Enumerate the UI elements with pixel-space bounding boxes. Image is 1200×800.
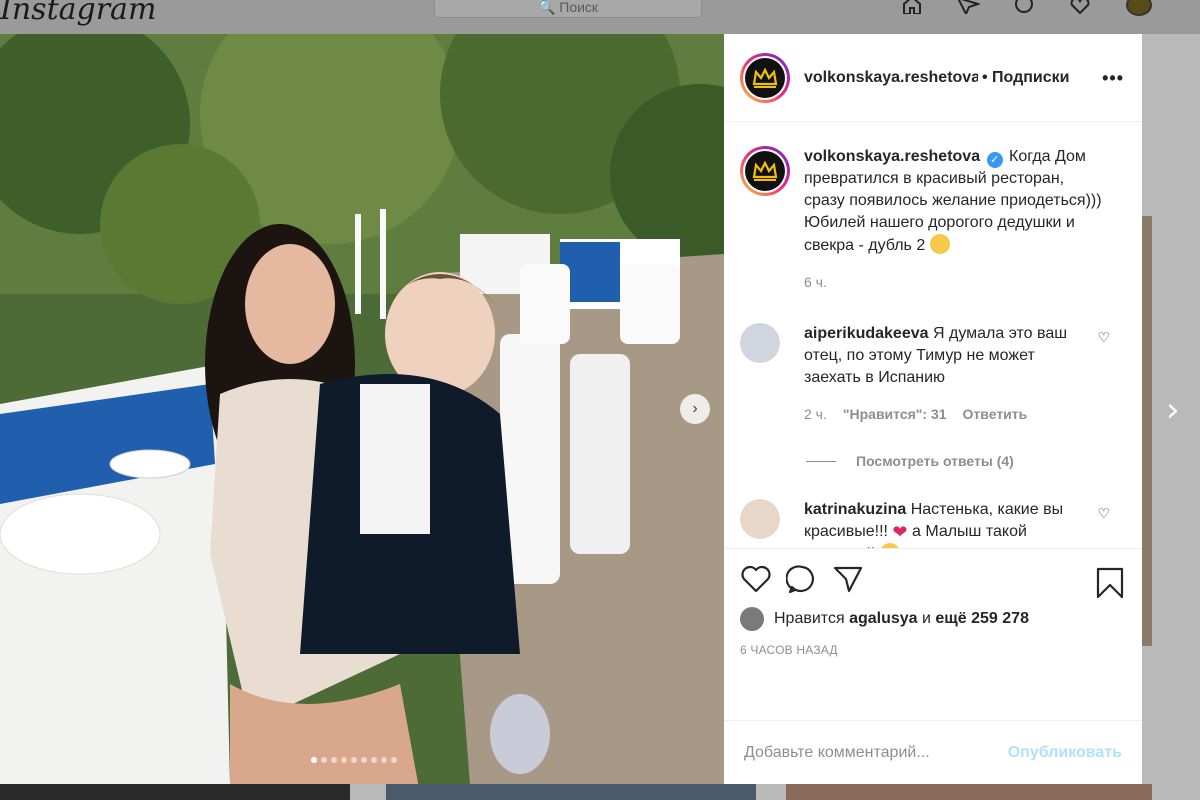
background-tile [786,784,1152,800]
background-tile [386,784,756,800]
share-icon[interactable] [832,564,864,599]
post-photo[interactable]: › [0,34,724,784]
like-comment-icon[interactable]: ♡ [1097,505,1110,522]
profile-avatar[interactable] [1126,0,1152,16]
background-header: Instagram 🔍 Поиск [0,0,1200,34]
author-avatar[interactable] [740,52,790,103]
search-input[interactable]: 🔍 Поиск [434,0,702,18]
heart-icon[interactable] [1068,0,1096,15]
comment-username[interactable]: aiperikudakeeva [804,325,929,342]
likes-count[interactable]: ещё 259 278 [935,610,1029,628]
smiling-face-emoji-icon [929,234,950,254]
post-header: volkonskaya.reshetova • Подписки ••• [724,34,1142,122]
author-avatar[interactable] [740,146,790,196]
likes-prefix: Нравится [774,610,845,627]
post-photo-illustration [0,34,724,784]
like-icon[interactable] [740,564,772,599]
comment-time: 2 ч. [804,406,827,422]
carousel-dot [371,757,377,763]
liker-avatar[interactable] [740,607,764,631]
posted-time[interactable]: 6 ЧАСОВ НАЗАД [740,643,1126,657]
background-tile [1142,216,1152,646]
carousel-dot [331,757,337,763]
carousel-dot [321,757,327,763]
view-replies-button[interactable]: Посмотреть ответы (4) [806,453,1126,469]
carousel-dot [311,757,317,763]
comment-input[interactable] [744,743,984,762]
liker-username[interactable]: agalusya [849,610,917,628]
caption-username[interactable]: volkonskaya.reshetova [804,148,980,165]
carousel-dot [341,757,347,763]
home-icon[interactable] [900,0,928,15]
comments-section[interactable]: volkonskaya.reshetova ✓ Когда Дом превра… [724,122,1142,548]
heart-eyes-emoji-icon [879,543,900,548]
instagram-logo[interactable]: Instagram [0,0,156,27]
carousel-dot [361,757,367,763]
likes-summary: Нравится agalusya и ещё 259 278 [740,607,1126,631]
publish-button[interactable]: Опубликовать [1008,744,1122,762]
carousel-dot [381,757,387,763]
next-post-arrow-icon[interactable]: › [1166,390,1180,430]
carousel-dot [351,757,357,763]
post-modal: › volkonskaya.reshetova • Подписки ••• v… [0,34,1142,784]
verified-badge-icon: ✓ [986,152,1003,168]
comment-username[interactable]: katrinakuzina [804,501,906,518]
caption-time: 6 ч. [804,274,827,290]
post-caption: volkonskaya.reshetova ✓ Когда Дом превра… [740,146,1126,293]
next-photo-button[interactable]: › [680,394,710,424]
comment-meta: 2 ч. "Нравится": 31 Ответить [804,403,1074,425]
commenter-avatar[interactable] [740,499,780,539]
follow-button[interactable]: • Подписки [982,69,1070,87]
crown-icon [752,161,778,181]
comment-item: aiperikudakeeva Я думала это ваш отец, п… [740,323,1126,425]
commenter-avatar[interactable] [740,323,780,363]
comment-item: katrinakuzina Настенька, какие вы красив… [740,499,1126,548]
more-options-icon[interactable]: ••• [1102,68,1124,89]
background-tile [0,784,350,800]
carousel-dot [391,757,397,763]
likes-connector: и [922,610,931,627]
carousel-dots [311,757,397,763]
nav-icons [900,0,1096,17]
post-sidebar: volkonskaya.reshetova • Подписки ••• vol… [724,34,1142,784]
view-replies-label: Посмотреть ответы (4) [856,453,1014,469]
direct-icon[interactable] [956,0,984,17]
search-placeholder: Поиск [559,0,599,15]
comment-likes-count[interactable]: "Нравится": 31 [843,403,947,425]
add-comment-bar: Опубликовать [724,720,1142,784]
like-comment-icon[interactable]: ♡ [1097,329,1110,346]
red-heart-emoji-icon: ❤ [892,522,908,542]
author-username[interactable]: volkonskaya.reshetova [804,69,978,87]
chevron-right-icon: › [692,400,698,417]
post-actions: Нравится agalusya и ещё 259 278 6 ЧАСОВ … [724,548,1142,720]
explore-icon[interactable] [1012,0,1040,14]
comment-icon[interactable] [785,564,818,599]
crown-icon [752,67,778,88]
divider-line [806,460,836,462]
reply-button[interactable]: Ответить [963,403,1028,425]
bookmark-icon[interactable] [1096,567,1124,604]
